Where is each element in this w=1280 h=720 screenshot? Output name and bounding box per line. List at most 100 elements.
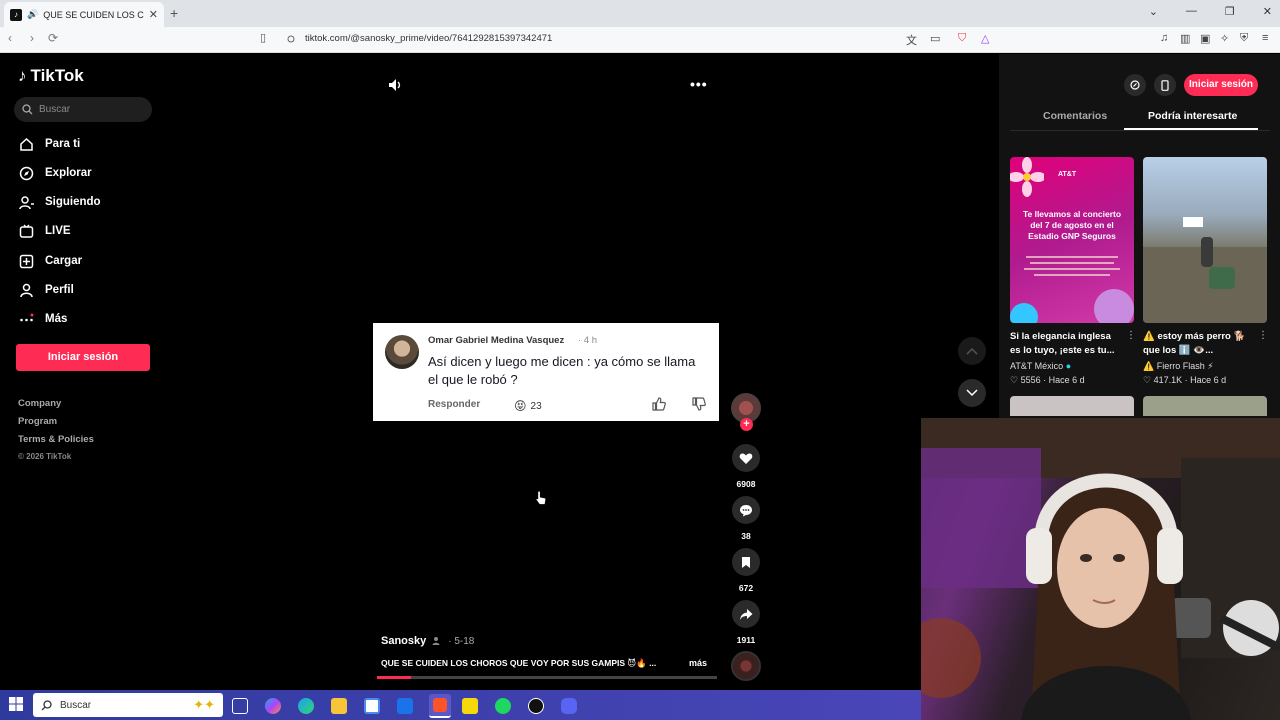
nav-label: Para ti xyxy=(45,138,81,150)
recommended-video-thumbnail[interactable] xyxy=(1010,396,1134,416)
spotify-icon[interactable] xyxy=(495,698,511,714)
restore-icon[interactable]: ❐ xyxy=(1225,5,1235,18)
brave-rewards-icon[interactable]: △ xyxy=(981,32,989,45)
tiktok-note-icon: ♪ xyxy=(18,66,27,85)
nav-item-live[interactable]: LIVE xyxy=(18,223,71,239)
nav-item-explorar[interactable]: Explorar xyxy=(18,165,92,181)
device-icon[interactable] xyxy=(1154,74,1176,96)
nav-item-cargar[interactable]: Cargar xyxy=(18,253,82,269)
sidebar-toggle-icon[interactable]: ▥ xyxy=(1180,32,1190,45)
footer-link-company[interactable]: Company xyxy=(18,398,61,409)
nav-item-mas[interactable]: Más xyxy=(18,311,67,327)
tab-list-icon[interactable]: ⌄ xyxy=(1149,5,1158,18)
nav-label: Explorar xyxy=(45,167,92,179)
music-disc[interactable] xyxy=(731,651,761,681)
reload-icon[interactable]: ⟳ xyxy=(48,31,58,45)
search-box[interactable] xyxy=(14,97,152,122)
video-options-icon[interactable]: ⋮ xyxy=(1126,330,1136,341)
video-author[interactable]: Sanosky · 5-18 xyxy=(381,635,474,647)
video-options-icon[interactable]: ⋮ xyxy=(1258,330,1268,341)
heart-icon xyxy=(739,453,753,464)
tab-close-icon[interactable]: ✕ xyxy=(149,8,158,21)
nav-label: LIVE xyxy=(45,225,71,237)
header-login-button[interactable]: Iniciar sesión xyxy=(1184,74,1258,96)
new-tab-button[interactable]: + xyxy=(170,5,178,21)
file-explorer-icon[interactable] xyxy=(331,698,347,714)
previous-video-button[interactable] xyxy=(958,337,986,365)
search-input[interactable] xyxy=(39,104,139,115)
next-video-button[interactable] xyxy=(958,379,986,407)
taskbar-search[interactable]: Buscar ✦✦ xyxy=(33,693,223,717)
outlook-icon[interactable] xyxy=(397,698,413,714)
wallet-icon[interactable]: ▣ xyxy=(1200,32,1210,45)
volume-icon[interactable] xyxy=(387,77,403,98)
share-button[interactable] xyxy=(732,600,760,628)
thumbs-up-icon[interactable] xyxy=(651,396,667,417)
save-button[interactable] xyxy=(732,548,760,576)
recommended-video-title[interactable]: ⚠️ estoy más perro 🐕 que los ℹ️ 👁️... xyxy=(1143,330,1255,358)
follow-plus-button[interactable]: + xyxy=(740,418,753,431)
brave-taskbar-slot[interactable] xyxy=(429,694,451,718)
tiktok-logo[interactable]: ♪ TikTok xyxy=(18,66,84,86)
bookmark-icon[interactable]: ▯ xyxy=(260,31,266,44)
task-view-icon[interactable] xyxy=(232,698,248,714)
footer-link-program[interactable]: Program xyxy=(18,416,57,427)
edge-icon[interactable] xyxy=(298,698,314,714)
recommended-video-thumbnail[interactable] xyxy=(1143,396,1267,416)
back-icon[interactable]: ‹ xyxy=(8,31,12,45)
thumbs-down-icon[interactable] xyxy=(691,396,707,417)
chevron-up-icon xyxy=(966,347,978,355)
vpn-icon[interactable]: ⛨ xyxy=(1240,32,1248,45)
extensions-icon[interactable]: ✧ xyxy=(1220,32,1229,45)
recommended-video-thumbnail[interactable]: AT&T Te llevamos al concierto del 7 de a… xyxy=(1010,157,1134,323)
comments-button[interactable] xyxy=(732,496,760,524)
close-window-icon[interactable]: ✕ xyxy=(1263,5,1272,18)
translate-icon[interactable]: 文 xyxy=(906,32,917,48)
windows-start-icon[interactable] xyxy=(9,697,23,716)
copilot-icon[interactable] xyxy=(265,698,281,714)
login-button[interactable]: Iniciar sesión xyxy=(16,344,150,371)
reaction-count: 23 xyxy=(530,400,542,412)
speaker-icon: 🔊 xyxy=(27,9,39,19)
recommended-video-account[interactable]: ⚠️ Fierro Flash ⚡ xyxy=(1143,361,1214,372)
nav-item-perfil[interactable]: Perfil xyxy=(18,282,74,298)
obs-icon[interactable] xyxy=(528,698,544,714)
nav-item-siguiendo[interactable]: Siguiendo xyxy=(18,194,101,210)
webcam-overlay xyxy=(921,418,1280,720)
coin-icon[interactable] xyxy=(1124,74,1146,96)
site-info-icon[interactable] xyxy=(287,35,295,43)
like-button[interactable] xyxy=(732,444,760,472)
discord-icon[interactable] xyxy=(561,698,577,714)
taskbar-search-label: Buscar xyxy=(60,699,92,711)
forward-icon[interactable]: › xyxy=(30,31,34,45)
video-progress-bar[interactable] xyxy=(377,676,717,679)
recommended-video-title[interactable]: Si la elegancia inglesa es lo tuyo, ¡est… xyxy=(1010,330,1122,358)
video-more-options-icon[interactable]: ••• xyxy=(690,76,708,92)
sticky-notes-icon[interactable] xyxy=(462,698,478,714)
comment-reply-button[interactable]: Responder xyxy=(428,399,480,410)
footer-link-terms[interactable]: Terms & Policies xyxy=(18,434,94,445)
streamer-camera-image xyxy=(921,418,1280,720)
browser-tab[interactable]: ♪ 🔊 QUE SE CUIDEN LOS CHOROS ✕ xyxy=(4,2,164,27)
video-likes: ♡ 5556 xyxy=(1010,375,1041,385)
recommended-video-thumbnail[interactable] xyxy=(1143,157,1267,323)
media-icon[interactable]: ♫ xyxy=(1160,32,1168,44)
minimize-icon[interactable]: — xyxy=(1186,5,1197,18)
thumb-fine-print xyxy=(1020,252,1124,288)
thumb-sign xyxy=(1183,217,1203,227)
comment-reaction[interactable]: 😝 23 xyxy=(514,399,542,413)
tab-podria-interesarte[interactable]: Podría interesarte xyxy=(1148,110,1237,122)
caption-more-button[interactable]: más xyxy=(689,658,707,668)
comment-author[interactable]: Omar Gabriel Medina Vasquez xyxy=(428,335,564,346)
store-icon[interactable] xyxy=(364,698,380,714)
search-icon xyxy=(41,699,52,710)
comment-avatar[interactable] xyxy=(385,335,419,369)
tab-comentarios[interactable]: Comentarios xyxy=(1043,110,1107,122)
menu-icon[interactable]: ≡ xyxy=(1262,32,1268,44)
recommended-video-account[interactable]: AT&T México ● xyxy=(1010,361,1071,371)
nav-item-para-ti[interactable]: Para ti xyxy=(18,136,80,152)
url-text[interactable]: tiktok.com/@sanosky_prime/video/76412928… xyxy=(305,33,552,44)
cast-icon[interactable]: ▭ xyxy=(930,32,940,45)
brave-shield-icon[interactable]: ⛉ xyxy=(958,32,966,45)
compass-icon xyxy=(18,165,34,181)
